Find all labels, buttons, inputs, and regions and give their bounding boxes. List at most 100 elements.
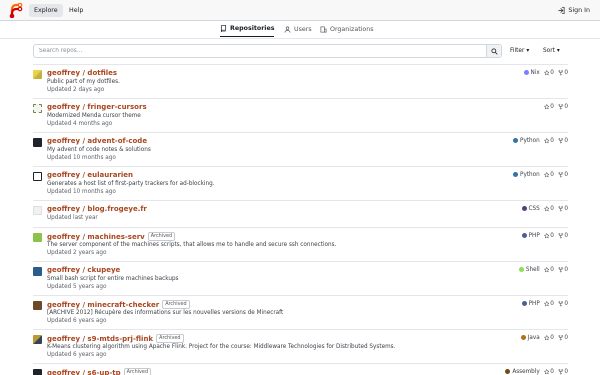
- archived-badge: Archived: [162, 300, 190, 309]
- search-input[interactable]: [34, 45, 486, 57]
- forks-count[interactable]: 0: [558, 70, 568, 76]
- repo-full-name[interactable]: geoffrey / minecraft-checker: [47, 301, 159, 309]
- repo-meta: Assembly 0 0: [505, 369, 568, 375]
- repo-full-name[interactable]: geoffrey / s9-mtds-prj-flink: [47, 335, 153, 343]
- repo-description: Modernized Menda cursor theme: [47, 113, 141, 119]
- stars-count[interactable]: 0: [543, 104, 554, 110]
- stars-count[interactable]: 0: [543, 369, 554, 375]
- tab-repositories-label: Repositories: [230, 25, 275, 32]
- repo-meta: Nix 0 0: [523, 70, 568, 76]
- forgejo-logo-icon[interactable]: [9, 3, 23, 18]
- language-dot-icon: [523, 70, 529, 75]
- repo-meta: PHP 0 0: [521, 233, 568, 239]
- list-item: geoffrey / advent-of-code My advent of co…: [33, 132, 568, 166]
- repo-full-name[interactable]: geoffrey / blog.frogeye.fr: [47, 205, 147, 213]
- list-item: geoffrey / s6-up-tp Archived Assembly 0 0: [33, 363, 568, 375]
- sort-label: Sort: [543, 48, 555, 54]
- tab-organizations[interactable]: Organizations: [320, 21, 374, 37]
- forks-count[interactable]: 0: [558, 172, 568, 178]
- list-item: geoffrey / fringer-cursors Modernized Men…: [33, 98, 568, 132]
- forks-count[interactable]: 0: [558, 335, 568, 341]
- filter-label: Filter: [510, 48, 525, 54]
- forks-count[interactable]: 0: [558, 369, 568, 375]
- repo-full-name[interactable]: geoffrey / machines-serv: [47, 233, 145, 241]
- repo-full-name[interactable]: geoffrey / ckupeye: [47, 266, 120, 274]
- organization-icon: [320, 26, 327, 32]
- fork-icon: [558, 267, 563, 273]
- forks-count[interactable]: 0: [558, 233, 568, 239]
- list-item: geoffrey / ckupeye Small bash script for …: [33, 261, 568, 295]
- language-dot-icon: [521, 206, 527, 211]
- search-button[interactable]: [486, 45, 501, 57]
- stars-count[interactable]: 0: [543, 138, 554, 144]
- repo-updated-time: Updated 2 days ago: [47, 87, 105, 93]
- repo-title-link[interactable]: geoffrey / machines-serv Archived: [47, 232, 176, 241]
- repo-title-link[interactable]: geoffrey / blog.frogeye.fr: [47, 205, 147, 213]
- search-bar: [33, 44, 502, 58]
- forks-count[interactable]: 0: [558, 301, 568, 307]
- repo-language: PHP: [521, 301, 540, 307]
- repo-description: [ARCHIVE 2012] Récupère des informations…: [47, 310, 284, 316]
- star-icon: [543, 104, 550, 110]
- star-icon: [543, 267, 550, 273]
- repo-title-link[interactable]: geoffrey / eulaurarien: [47, 171, 133, 179]
- sign-in-label: Sign In: [568, 7, 590, 14]
- fork-icon: [558, 369, 563, 375]
- star-icon: [543, 335, 550, 341]
- stars-count[interactable]: 0: [543, 206, 554, 212]
- repo-title-link[interactable]: geoffrey / fringer-cursors: [47, 103, 147, 111]
- repo-title-link[interactable]: geoffrey / dotfiles: [47, 69, 117, 77]
- sign-in-button[interactable]: Sign In: [558, 4, 590, 17]
- star-icon: [543, 138, 550, 144]
- sort-dropdown[interactable]: Sort ▾: [543, 44, 560, 58]
- repo-avatar: [33, 301, 42, 310]
- stars-count[interactable]: 0: [543, 267, 554, 273]
- repo-avatar: [33, 70, 42, 79]
- repo-avatar: [33, 233, 42, 242]
- nav-explore[interactable]: Explore: [29, 4, 63, 17]
- star-icon: [543, 301, 550, 307]
- forks-count[interactable]: 0: [558, 206, 568, 212]
- sign-in-icon: [558, 7, 565, 14]
- repo-title-link[interactable]: geoffrey / s9-mtds-prj-flink Archived: [47, 334, 184, 343]
- tab-users[interactable]: Users: [284, 21, 312, 37]
- forks-count[interactable]: 0: [558, 138, 568, 144]
- top-navbar: Explore Help Sign In: [0, 0, 600, 21]
- repo-language: Assembly: [505, 369, 540, 375]
- repo-title-link[interactable]: geoffrey / minecraft-checker Archived: [47, 300, 190, 309]
- repo-avatar: [33, 104, 42, 113]
- repo-full-name[interactable]: geoffrey / dotfiles: [47, 69, 117, 77]
- stars-count[interactable]: 0: [543, 233, 554, 239]
- repo-language: Nix: [523, 70, 540, 76]
- repo-full-name[interactable]: geoffrey / fringer-cursors: [47, 103, 147, 111]
- search-icon: [490, 47, 498, 55]
- forks-count[interactable]: 0: [558, 104, 568, 110]
- language-dot-icon: [513, 172, 519, 177]
- nav-help[interactable]: Help: [64, 4, 88, 17]
- repo-title-link[interactable]: geoffrey / s6-up-tp Archived: [47, 368, 152, 375]
- repo-full-name[interactable]: geoffrey / advent-of-code: [47, 137, 147, 145]
- forks-count[interactable]: 0: [558, 267, 568, 273]
- stars-count[interactable]: 0: [543, 70, 554, 76]
- repo-meta: PHP 0 0: [521, 301, 568, 307]
- language-dot-icon: [513, 138, 519, 143]
- repo-description: K-Means clustering algorithm using Apach…: [47, 344, 396, 350]
- filter-dropdown[interactable]: Filter ▾: [510, 44, 529, 58]
- repo-full-name[interactable]: geoffrey / s6-up-tp: [47, 369, 121, 375]
- stars-count[interactable]: 0: [543, 301, 554, 307]
- repo-title-link[interactable]: geoffrey / advent-of-code: [47, 137, 147, 145]
- repo-updated-time: Updated 2 years ago: [47, 250, 107, 256]
- stars-count[interactable]: 0: [543, 335, 554, 341]
- list-item: geoffrey / eulaurarien Generates a host l…: [33, 166, 568, 200]
- tab-repositories[interactable]: Repositories: [220, 21, 275, 37]
- star-icon: [543, 172, 550, 178]
- repo-description: My advent of code notes & solutions: [47, 147, 151, 153]
- language-dot-icon: [505, 369, 511, 374]
- repo-full-name[interactable]: geoffrey / eulaurarien: [47, 171, 133, 179]
- repo-title-link[interactable]: geoffrey / ckupeye: [47, 266, 120, 274]
- explore-tabs: Repositories Users Organizations: [0, 21, 600, 38]
- repo-updated-time: Updated 6 years ago: [47, 352, 107, 358]
- repo-description: Public part of my dotfiles.: [47, 79, 120, 85]
- star-icon: [543, 233, 550, 239]
- stars-count[interactable]: 0: [543, 172, 554, 178]
